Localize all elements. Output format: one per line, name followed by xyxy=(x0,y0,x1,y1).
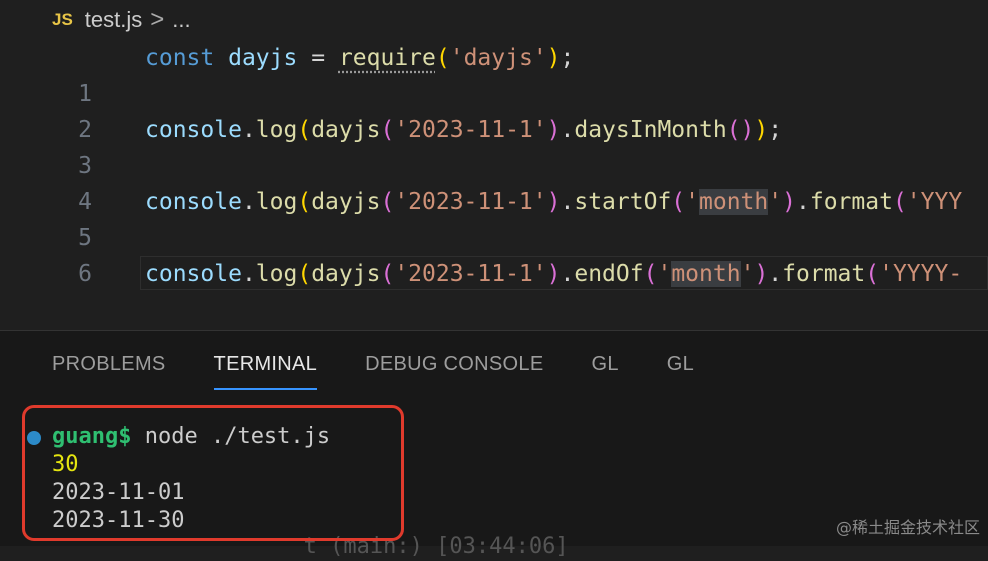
panel-tabs: PROBLEMS TERMINAL DEBUG CONSOLE GL GL xyxy=(52,353,742,390)
editor[interactable]: JS test.js > ... 1 const dayjs = require… xyxy=(0,0,988,330)
code-line-4[interactable]: 4 xyxy=(0,148,988,215)
tab-terminal[interactable]: TERMINAL xyxy=(213,353,318,390)
code-line-3[interactable]: 3 console.log(dayjs('2023-11-1').daysInM… xyxy=(0,112,988,179)
tab-debug-console[interactable]: DEBUG CONSOLE xyxy=(365,353,543,390)
annotation-highlight-box xyxy=(22,405,404,541)
code-line-8[interactable]: 8 xyxy=(0,292,988,328)
watermark: @稀土掘金技术社区 xyxy=(835,518,980,537)
code-text: console.log(dayjs('2023-11-1').startOf('… xyxy=(145,189,963,215)
code-line-5[interactable]: 5 console.log(dayjs('2023-11-1').startOf… xyxy=(0,184,988,251)
breadcrumb: JS test.js > ... xyxy=(52,4,191,36)
code-line-7[interactable]: 7 console.log(dayjs('2023-11-1').endOf('… xyxy=(0,256,988,292)
code-line-1[interactable]: 1 const dayjs = require('dayjs'); xyxy=(0,40,988,107)
tab-gl-2[interactable]: GL xyxy=(667,353,694,390)
chevron-right-icon: > xyxy=(150,6,165,33)
code-text: console.log(dayjs('2023-11-1').daysInMon… xyxy=(145,117,783,143)
breadcrumb-file[interactable]: test.js xyxy=(85,7,142,33)
code-text: console.log(dayjs('2023-11-1').endOf('mo… xyxy=(145,261,963,287)
code-line-2[interactable]: 2 xyxy=(0,76,988,143)
code-text: const dayjs = require('dayjs'); xyxy=(145,45,575,71)
tab-gl-1[interactable]: GL xyxy=(591,353,618,390)
tab-problems[interactable]: PROBLEMS xyxy=(52,353,166,390)
js-file-icon: JS xyxy=(52,10,73,29)
breadcrumb-more[interactable]: ... xyxy=(172,7,190,33)
code-line-6[interactable]: 6 xyxy=(0,220,988,287)
